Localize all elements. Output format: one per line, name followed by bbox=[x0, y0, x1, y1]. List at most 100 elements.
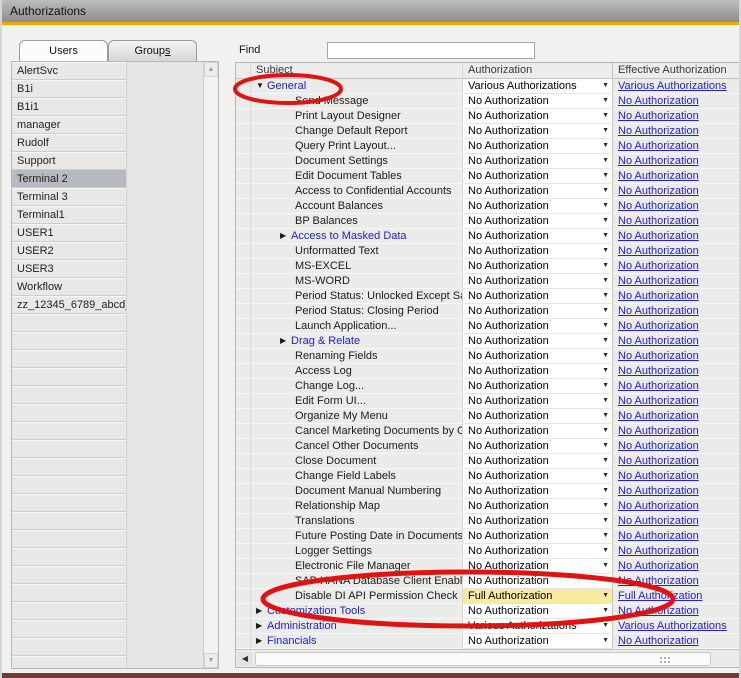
authorization-dropdown[interactable]: No Authorization▼ bbox=[463, 109, 613, 124]
row-selector-cell[interactable] bbox=[236, 619, 251, 634]
effective-authorization-link[interactable]: No Authorization bbox=[618, 380, 699, 392]
user-list-item[interactable]: Support bbox=[12, 152, 126, 170]
user-list-empty-row[interactable] bbox=[12, 566, 126, 584]
dropdown-arrow-icon[interactable]: ▼ bbox=[602, 154, 609, 168]
subject-label[interactable]: Drag & Relate bbox=[291, 334, 360, 348]
row-selector-cell[interactable] bbox=[236, 574, 251, 589]
dropdown-arrow-icon[interactable]: ▼ bbox=[602, 139, 609, 153]
dropdown-arrow-icon[interactable]: ▼ bbox=[602, 109, 609, 123]
scroll-left-icon[interactable]: ◀ bbox=[238, 652, 252, 666]
effective-authorization-link[interactable]: No Authorization bbox=[618, 95, 699, 107]
dropdown-arrow-icon[interactable]: ▼ bbox=[602, 589, 609, 603]
dropdown-arrow-icon[interactable]: ▼ bbox=[602, 229, 609, 243]
row-selector-cell[interactable] bbox=[236, 364, 251, 379]
row-selector-cell[interactable] bbox=[236, 259, 251, 274]
authorization-dropdown[interactable]: No Authorization▼ bbox=[463, 154, 613, 169]
effective-authorization-link[interactable]: No Authorization bbox=[618, 395, 699, 407]
effective-authorization-link[interactable]: No Authorization bbox=[618, 635, 699, 647]
row-selector-cell[interactable] bbox=[236, 214, 251, 229]
authorization-dropdown[interactable]: No Authorization▼ bbox=[463, 529, 613, 544]
dropdown-arrow-icon[interactable]: ▼ bbox=[602, 499, 609, 513]
effective-authorization-link[interactable]: No Authorization bbox=[618, 140, 699, 152]
row-selector-cell[interactable] bbox=[236, 379, 251, 394]
user-list-empty-row[interactable] bbox=[12, 548, 126, 566]
authorization-dropdown[interactable]: No Authorization▼ bbox=[463, 544, 613, 559]
collapse-icon[interactable]: ▼ bbox=[256, 79, 267, 93]
user-list-item[interactable]: Terminal 2 bbox=[12, 170, 126, 188]
user-list-empty-row[interactable] bbox=[12, 656, 126, 668]
effective-authorization-link[interactable]: No Authorization bbox=[618, 110, 699, 122]
row-selector-cell[interactable] bbox=[236, 634, 251, 649]
authorization-dropdown[interactable]: No Authorization▼ bbox=[463, 574, 613, 589]
row-selector-cell[interactable] bbox=[236, 304, 251, 319]
effective-authorization-link[interactable]: No Authorization bbox=[618, 200, 699, 212]
authorization-dropdown[interactable]: No Authorization▼ bbox=[463, 514, 613, 529]
row-selector-cell[interactable] bbox=[236, 274, 251, 289]
dropdown-arrow-icon[interactable]: ▼ bbox=[602, 349, 609, 363]
effective-authorization-link[interactable]: No Authorization bbox=[618, 155, 699, 167]
row-selector-cell[interactable] bbox=[236, 394, 251, 409]
row-selector-cell[interactable] bbox=[236, 124, 251, 139]
user-list-empty-row[interactable] bbox=[12, 620, 126, 638]
authorization-dropdown[interactable]: No Authorization▼ bbox=[463, 304, 613, 319]
tab-groups[interactable]: Groups bbox=[108, 40, 197, 61]
dropdown-arrow-icon[interactable]: ▼ bbox=[602, 484, 609, 498]
subject-label[interactable]: Customization Tools bbox=[267, 604, 365, 618]
authorization-dropdown[interactable]: No Authorization▼ bbox=[463, 394, 613, 409]
user-list-empty-row[interactable] bbox=[12, 440, 126, 458]
authorization-dropdown[interactable]: No Authorization▼ bbox=[463, 469, 613, 484]
user-list-empty-row[interactable] bbox=[12, 404, 126, 422]
user-list-item[interactable]: USER2 bbox=[12, 242, 126, 260]
authorization-dropdown[interactable]: No Authorization▼ bbox=[463, 364, 613, 379]
user-list-item[interactable]: USER1 bbox=[12, 224, 126, 242]
user-list-item[interactable]: Terminal 3 bbox=[12, 188, 126, 206]
row-selector-cell[interactable] bbox=[236, 559, 251, 574]
dropdown-arrow-icon[interactable]: ▼ bbox=[602, 124, 609, 138]
dropdown-arrow-icon[interactable]: ▼ bbox=[602, 574, 609, 588]
authorization-dropdown[interactable]: No Authorization▼ bbox=[463, 439, 613, 454]
dropdown-arrow-icon[interactable]: ▼ bbox=[602, 169, 609, 183]
authorization-dropdown[interactable]: No Authorization▼ bbox=[463, 169, 613, 184]
row-selector-cell[interactable] bbox=[236, 349, 251, 364]
dropdown-arrow-icon[interactable]: ▼ bbox=[602, 94, 609, 108]
user-list-item[interactable]: manager bbox=[12, 116, 126, 134]
effective-authorization-link[interactable]: No Authorization bbox=[618, 230, 699, 242]
row-selector-cell[interactable] bbox=[236, 469, 251, 484]
scrollbar-grip-icon[interactable] bbox=[660, 657, 662, 659]
user-list-empty-row[interactable] bbox=[12, 494, 126, 512]
effective-authorization-link[interactable]: No Authorization bbox=[618, 365, 699, 377]
effective-authorization-link[interactable]: No Authorization bbox=[618, 170, 699, 182]
user-list-empty-row[interactable] bbox=[12, 314, 126, 332]
dropdown-arrow-icon[interactable]: ▼ bbox=[602, 454, 609, 468]
user-list-item[interactable]: Terminal1 bbox=[12, 206, 126, 224]
dropdown-arrow-icon[interactable]: ▼ bbox=[602, 439, 609, 453]
row-selector-cell[interactable] bbox=[236, 499, 251, 514]
dropdown-arrow-icon[interactable]: ▼ bbox=[602, 469, 609, 483]
effective-authorization-link[interactable]: No Authorization bbox=[618, 245, 699, 257]
dropdown-arrow-icon[interactable]: ▼ bbox=[602, 544, 609, 558]
row-selector-cell[interactable] bbox=[236, 154, 251, 169]
user-list-empty-row[interactable] bbox=[12, 638, 126, 656]
row-selector-cell[interactable] bbox=[236, 589, 251, 604]
effective-authorization-link[interactable]: Various Authorizations bbox=[618, 80, 727, 92]
effective-authorization-link[interactable]: No Authorization bbox=[618, 425, 699, 437]
dropdown-arrow-icon[interactable]: ▼ bbox=[602, 409, 609, 423]
authorization-dropdown[interactable]: No Authorization▼ bbox=[463, 229, 613, 244]
effective-authorization-link[interactable]: No Authorization bbox=[618, 350, 699, 362]
user-list-empty-row[interactable] bbox=[12, 530, 126, 548]
row-selector-cell[interactable] bbox=[236, 484, 251, 499]
dropdown-arrow-icon[interactable]: ▼ bbox=[602, 319, 609, 333]
dropdown-arrow-icon[interactable]: ▼ bbox=[602, 604, 609, 618]
scroll-up-icon[interactable]: ▲ bbox=[204, 62, 218, 77]
horizontal-scrollbar[interactable]: ◀ bbox=[236, 649, 739, 667]
effective-authorization-link[interactable]: No Authorization bbox=[618, 215, 699, 227]
user-list-item[interactable]: USER3 bbox=[12, 260, 126, 278]
row-selector-cell[interactable] bbox=[236, 334, 251, 349]
user-list-empty-row[interactable] bbox=[12, 602, 126, 620]
effective-authorization-link[interactable]: No Authorization bbox=[618, 485, 699, 497]
authorization-dropdown[interactable]: No Authorization▼ bbox=[463, 454, 613, 469]
dropdown-arrow-icon[interactable]: ▼ bbox=[602, 379, 609, 393]
authorization-dropdown[interactable]: No Authorization▼ bbox=[463, 379, 613, 394]
row-selector-cell[interactable] bbox=[236, 199, 251, 214]
dropdown-arrow-icon[interactable]: ▼ bbox=[602, 364, 609, 378]
